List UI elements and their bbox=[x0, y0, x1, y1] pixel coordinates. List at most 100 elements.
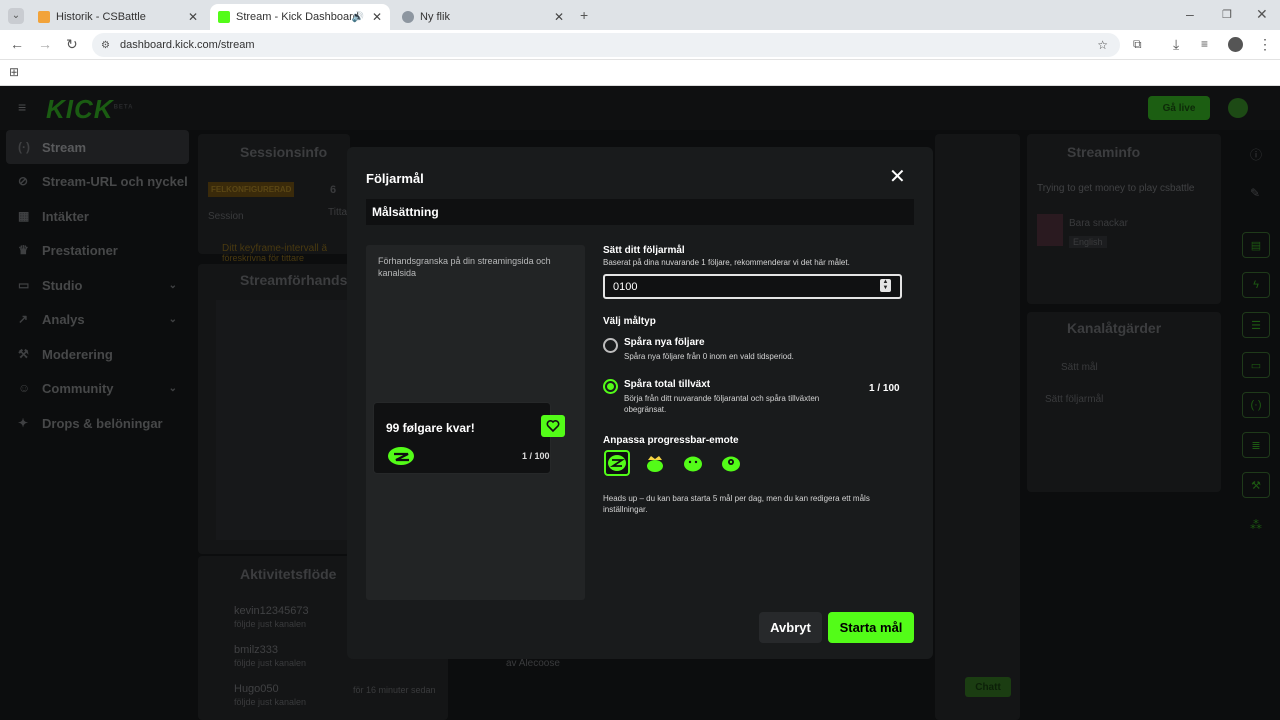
chevron-down-icon: ⌄ bbox=[168, 382, 177, 394]
set-goal-hint: Baserat på dina nuvarande 1 följare, rek… bbox=[603, 258, 850, 267]
sidebar-item-achievements[interactable]: ♛ Prestationer bbox=[6, 233, 189, 267]
set-follower-goal-item[interactable]: Sätt följarmål bbox=[1045, 394, 1103, 405]
sidebar-item-moderation[interactable]: ⚒ Moderering bbox=[6, 337, 189, 371]
hamburger-icon[interactable]: ≡ bbox=[18, 100, 26, 114]
stream-info-panel: Streaminfo Trying to get money to play c… bbox=[1027, 134, 1221, 304]
close-icon[interactable]: ✕ bbox=[372, 10, 382, 24]
maximize-icon[interactable]: ❐ bbox=[1222, 8, 1232, 22]
back-to-set-goal[interactable]: Sätt mål bbox=[1061, 362, 1098, 373]
edit-icon[interactable]: ✎ bbox=[1250, 186, 1260, 200]
avatar[interactable] bbox=[1228, 98, 1248, 118]
sidebar-item-stream-url[interactable]: ⊘ Stream-URL och nyckel bbox=[6, 164, 189, 198]
category-thumbnail bbox=[1037, 214, 1063, 246]
sidebar-item-drops[interactable]: ✦ Drops & belöningar bbox=[6, 406, 189, 440]
wrench-icon[interactable]: ⚒ bbox=[1242, 472, 1270, 498]
new-tab-icon[interactable]: + bbox=[580, 8, 588, 22]
media-icon[interactable]: ≡ bbox=[1201, 37, 1208, 51]
gift-icon: ✦ bbox=[18, 416, 29, 430]
speaker-icon[interactable]: 🔊 bbox=[352, 12, 364, 23]
link-icon: ⊘ bbox=[18, 174, 29, 188]
forward-icon[interactable]: → bbox=[38, 37, 52, 51]
go-live-button[interactable]: Gå live bbox=[1148, 96, 1210, 120]
tab-goal-setting[interactable]: Målsättning bbox=[366, 199, 914, 225]
browser-tab-bar: ⌄ Historik - CSBattle ✕ Stream - Kick Da… bbox=[0, 0, 1280, 30]
kick-favicon bbox=[218, 11, 230, 23]
emote-option-kick-icon[interactable] bbox=[604, 450, 630, 476]
activity-user[interactable]: bmilz333 bbox=[234, 644, 278, 656]
reload-icon[interactable]: ↻ bbox=[66, 37, 78, 51]
back-icon[interactable]: ← bbox=[10, 37, 24, 51]
goal-progress-count: 1 / 100 bbox=[522, 451, 550, 461]
address-bar: ← → ↻ ⚙ dashboard.kick.com/stream ☆ ⧉ ⤓ … bbox=[0, 30, 1280, 60]
send-chat-button[interactable]: Chatt bbox=[965, 677, 1011, 697]
sidebar-item-stream[interactable]: (·) Stream bbox=[6, 130, 189, 164]
stream-language: English bbox=[1069, 236, 1107, 248]
close-icon[interactable]: ✕ bbox=[554, 10, 564, 24]
session-count: 6 bbox=[330, 184, 337, 196]
emote-option-blob-icon[interactable] bbox=[680, 450, 706, 476]
site-info-icon[interactable]: ⚙ bbox=[101, 40, 110, 51]
money-icon: ▦ bbox=[18, 209, 30, 223]
stream-title: Trying to get money to play csbattle bbox=[1037, 183, 1195, 194]
sidebar: (·) Stream ⊘ Stream-URL och nyckel ▦ Intäkt… bbox=[0, 130, 196, 720]
session-label: Session bbox=[208, 211, 244, 222]
stream-preview-thumbnail bbox=[216, 300, 350, 540]
globe-icon bbox=[402, 11, 414, 23]
broadcast-icon: (·) bbox=[18, 140, 30, 154]
emote-option-face-icon[interactable] bbox=[718, 450, 744, 476]
close-icon[interactable]: ✕ bbox=[188, 10, 198, 24]
heart-icon bbox=[541, 415, 565, 437]
cancel-button[interactable]: Avbryt bbox=[759, 612, 822, 643]
start-goal-button[interactable]: Starta mål bbox=[828, 612, 914, 643]
radio-track-new-followers[interactable] bbox=[603, 338, 618, 353]
option-description: Spåra nya följare från 0 inom en vald ti… bbox=[624, 352, 794, 361]
lightning-icon[interactable]: ϟ bbox=[1242, 272, 1270, 298]
sidebar-item-revenue[interactable]: ▦ Intäkter bbox=[6, 199, 189, 233]
goal-preview-panel: Förhandsgranska på din streamingsida och… bbox=[366, 245, 585, 600]
goal-type-label: Välj måltyp bbox=[603, 316, 656, 327]
tab-title: Ny flik bbox=[420, 11, 450, 23]
menu-icon[interactable]: ⋮ bbox=[1258, 37, 1272, 51]
close-icon[interactable]: ✕ bbox=[889, 167, 906, 187]
users-icon: ☺ bbox=[18, 381, 31, 395]
broadcast-icon[interactable]: (·) bbox=[1242, 392, 1270, 418]
window-close-icon[interactable]: ✕ bbox=[1256, 7, 1268, 21]
minimize-icon[interactable]: – bbox=[1186, 7, 1194, 21]
radio-track-total-growth[interactable] bbox=[603, 379, 618, 394]
tab-kick-dashboard[interactable]: Stream - Kick Dashboard 🔊 ✕ bbox=[210, 4, 390, 30]
kick-logo[interactable]: KICKBETA bbox=[46, 94, 133, 125]
info-icon[interactable]: ⓘ bbox=[1250, 146, 1262, 163]
goal-input[interactable] bbox=[603, 274, 902, 299]
profile-avatar[interactable] bbox=[1228, 37, 1243, 52]
tab-historik[interactable]: Historik - CSBattle ✕ bbox=[30, 4, 206, 30]
activity-user[interactable]: Hugo050 bbox=[234, 683, 279, 695]
download-icon[interactable]: ⤓ bbox=[1173, 37, 1179, 51]
list-icon[interactable]: ☰ bbox=[1242, 312, 1270, 338]
sidebar-item-community[interactable]: ☺ Community ⌄ bbox=[6, 371, 189, 405]
app-header: ≡ KICKBETA Gå live bbox=[0, 86, 1280, 130]
activity-text: följde just kanalen bbox=[234, 658, 307, 668]
tab-new[interactable]: Ny flik ✕ bbox=[394, 4, 572, 30]
goal-remaining-text: 99 følgare kvar! bbox=[386, 421, 475, 435]
sidebar-item-analytics[interactable]: ↗ Analys ⌄ bbox=[6, 302, 189, 336]
extensions-icon[interactable]: ⧉ bbox=[1133, 37, 1142, 51]
apps-icon[interactable]: ⁂ bbox=[1250, 518, 1262, 532]
url-field[interactable]: ⚙ dashboard.kick.com/stream ☆ bbox=[92, 33, 1120, 57]
viewers-label: Titta bbox=[328, 207, 348, 218]
activity-feed-title: Aktivitetsflöde bbox=[240, 566, 337, 582]
activity-user[interactable]: kevin12345673 bbox=[234, 605, 309, 617]
chat-icon[interactable]: ▭ bbox=[1242, 352, 1270, 378]
number-stepper[interactable]: ▲ ▼ bbox=[880, 279, 891, 292]
sidebar-item-studio[interactable]: ▭ Studio ⌄ bbox=[6, 268, 189, 302]
apps-grid-icon[interactable]: ⊞ bbox=[9, 65, 19, 79]
layers-icon[interactable]: ≣ bbox=[1242, 432, 1270, 458]
tab-search-icon[interactable]: ⌄ bbox=[8, 8, 24, 24]
bookmark-star-icon[interactable]: ☆ bbox=[1097, 38, 1108, 52]
hammer-icon: ⚒ bbox=[18, 347, 29, 361]
goal-count: 1 / 100 bbox=[869, 383, 900, 394]
session-info-title: Sessionsinfo bbox=[240, 144, 328, 160]
chevron-down-icon: ⌄ bbox=[168, 313, 177, 325]
layout-icon[interactable]: ▤ bbox=[1242, 232, 1270, 258]
emote-option-crown-icon[interactable] bbox=[642, 450, 668, 476]
activity-text: följde just kanalen bbox=[234, 619, 307, 629]
